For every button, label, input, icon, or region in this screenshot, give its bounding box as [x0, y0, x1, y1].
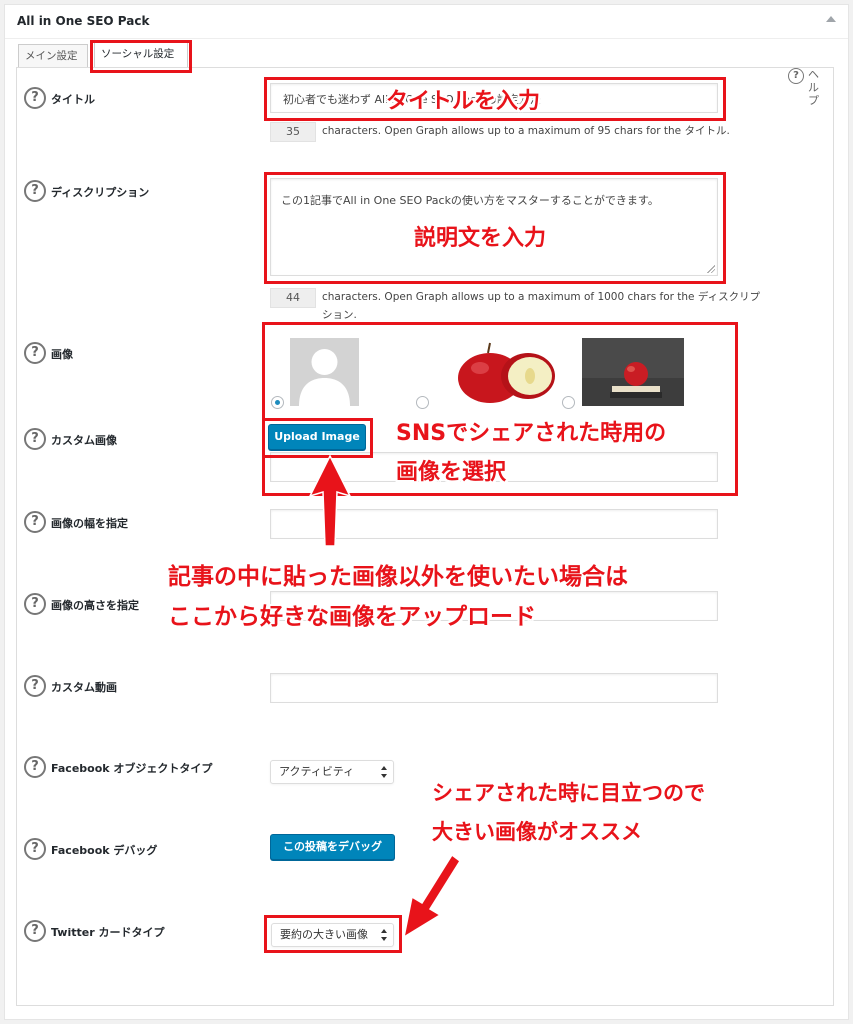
help-link[interactable]: ? ヘルプ — [788, 68, 822, 128]
annotation-title-hint: タイトルを入力 — [386, 89, 541, 114]
title-char-note: characters. Open Graph allows up to a ma… — [322, 125, 730, 137]
image-option-apple-on-books[interactable] — [582, 338, 684, 406]
custom-image-label: カスタム画像 — [51, 434, 117, 447]
postbox-header: All in One SEO Pack — [5, 5, 848, 39]
help-icon: ? — [788, 68, 804, 84]
description-text: この1記事でAll in One SEO Packの使い方をマスターすることがで… — [281, 194, 659, 207]
annotation-upload-hint-line2: ここから好きな画像をアップロード — [168, 604, 536, 630]
help-question-icon[interactable]: ? — [24, 675, 46, 697]
custom-video-input[interactable] — [270, 673, 718, 703]
fb-object-type-label: Facebook オブジェクトタイプ — [51, 762, 213, 775]
apple-halves-image — [450, 338, 558, 406]
twitter-card-select[interactable]: 要約の大きい画像 — [271, 923, 394, 947]
help-question-icon[interactable]: ? — [24, 593, 46, 615]
apple-on-books-image — [582, 338, 684, 406]
postbox-title: All in One SEO Pack — [17, 14, 150, 28]
help-question-icon[interactable]: ? — [24, 756, 46, 778]
fb-debug-label: Facebook デバッグ — [51, 844, 158, 857]
description-label: ディスクリプション — [51, 186, 150, 199]
image-label: 画像 — [51, 348, 73, 361]
default-avatar-icon — [290, 338, 359, 406]
image-radio-2[interactable] — [416, 396, 429, 409]
title-label: タイトル — [51, 93, 95, 106]
twitter-arrow-icon — [402, 853, 462, 939]
resize-grip-icon[interactable] — [707, 265, 715, 273]
fb-object-type-value: アクティビティ — [279, 765, 355, 778]
annotation-image-hint-line1: SNSでシェアされた時用の — [396, 421, 667, 446]
description-char-note: characters. Open Graph allows up to a ma… — [322, 291, 761, 321]
annotation-twitter-hint-line2: 大きい画像がオススメ — [432, 820, 642, 844]
fb-object-type-select[interactable]: アクティビティ — [270, 760, 394, 784]
select-arrows-icon — [381, 766, 388, 778]
help-question-icon[interactable]: ? — [24, 87, 46, 109]
annotation-desc-hint: 説明文を入力 — [414, 226, 547, 251]
description-char-count: 44 — [270, 288, 316, 308]
tab-main-settings[interactable]: メイン設定 — [18, 44, 88, 68]
help-question-icon[interactable]: ? — [24, 511, 46, 533]
image-height-label: 画像の高さを指定 — [51, 599, 139, 612]
image-option-default-avatar[interactable] — [290, 338, 359, 406]
upload-arrow-icon — [308, 454, 352, 547]
annotation-image-hint-line2: 画像を選択 — [396, 460, 507, 485]
help-question-icon[interactable]: ? — [24, 428, 46, 450]
custom-video-label: カスタム動画 — [51, 681, 117, 694]
annotation-upload-hint-line1: 記事の中に貼った画像以外を使いたい場合は — [168, 564, 628, 590]
title-char-count: 35 — [270, 122, 316, 142]
help-question-icon[interactable]: ? — [24, 920, 46, 942]
image-radio-1[interactable] — [271, 396, 284, 409]
help-question-icon[interactable]: ? — [24, 342, 46, 364]
fb-debug-button[interactable]: この投稿をデバッグ — [270, 834, 395, 860]
image-option-apple-halves[interactable] — [450, 338, 558, 406]
annotation-twitter-hint-line1: シェアされた時に目立つので — [432, 781, 705, 805]
help-question-icon[interactable]: ? — [24, 838, 46, 860]
select-arrows-icon — [381, 929, 388, 941]
twitter-card-value: 要約の大きい画像 — [280, 928, 368, 941]
image-width-label: 画像の幅を指定 — [51, 517, 128, 530]
upload-image-button[interactable]: Upload Image — [268, 424, 366, 450]
collapse-toggle-icon[interactable] — [826, 16, 836, 22]
image-radio-3[interactable] — [562, 396, 575, 409]
twitter-card-label: Twitter カードタイプ — [51, 926, 165, 939]
help-question-icon[interactable]: ? — [24, 180, 46, 202]
tab-social-settings[interactable]: ソーシャル設定 — [94, 42, 188, 68]
help-label: ヘルプ — [808, 68, 819, 107]
